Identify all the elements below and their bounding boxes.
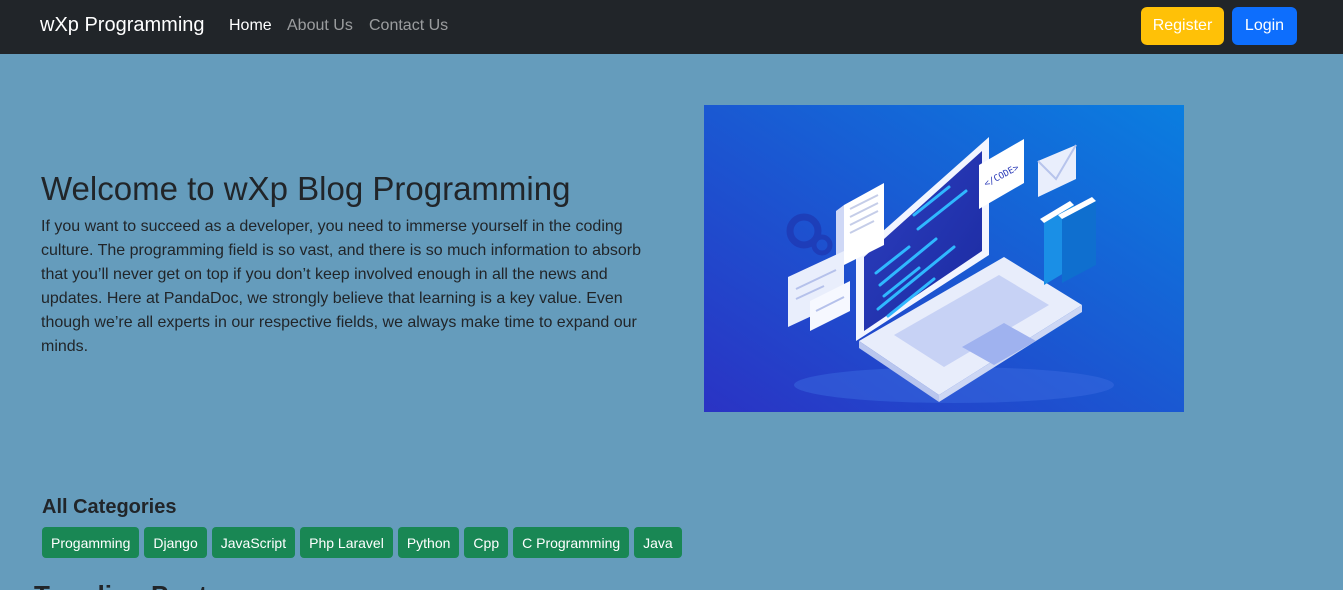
category-tag-python[interactable]: Python — [397, 527, 460, 558]
nav-link-home[interactable]: Home — [229, 17, 272, 35]
category-tag-java[interactable]: Java — [634, 527, 682, 558]
category-tag-javascript[interactable]: JavaScript — [211, 527, 296, 558]
nav-link-contact-us[interactable]: Contact Us — [369, 17, 448, 35]
category-tag-cpp[interactable]: Cpp — [464, 527, 509, 558]
category-tag-progamming[interactable]: Progamming — [42, 527, 140, 558]
nav-link-about-us[interactable]: About Us — [287, 17, 353, 35]
category-tag-django[interactable]: Django — [144, 527, 207, 558]
login-button[interactable]: Login — [1232, 7, 1297, 45]
next-section-heading: Trending Posts — [34, 580, 222, 590]
category-tag-list: Progamming Django JavaScript Php Laravel… — [42, 527, 682, 558]
hero-laptop-illustration: </CODE> — [704, 105, 1184, 412]
category-tag-c-programming[interactable]: C Programming — [513, 527, 630, 558]
navbar: wXp Programming Home About Us Contact Us… — [0, 0, 1343, 54]
hero-title: Welcome to wXp Blog Programming — [41, 170, 571, 207]
hero-description: If you want to succeed as a developer, y… — [41, 218, 641, 355]
brand-link[interactable]: wXp Programming — [40, 14, 205, 37]
register-button[interactable]: Register — [1141, 7, 1224, 45]
category-tag-php-laravel[interactable]: Php Laravel — [300, 527, 393, 558]
categories-title: All Categories — [42, 496, 177, 518]
